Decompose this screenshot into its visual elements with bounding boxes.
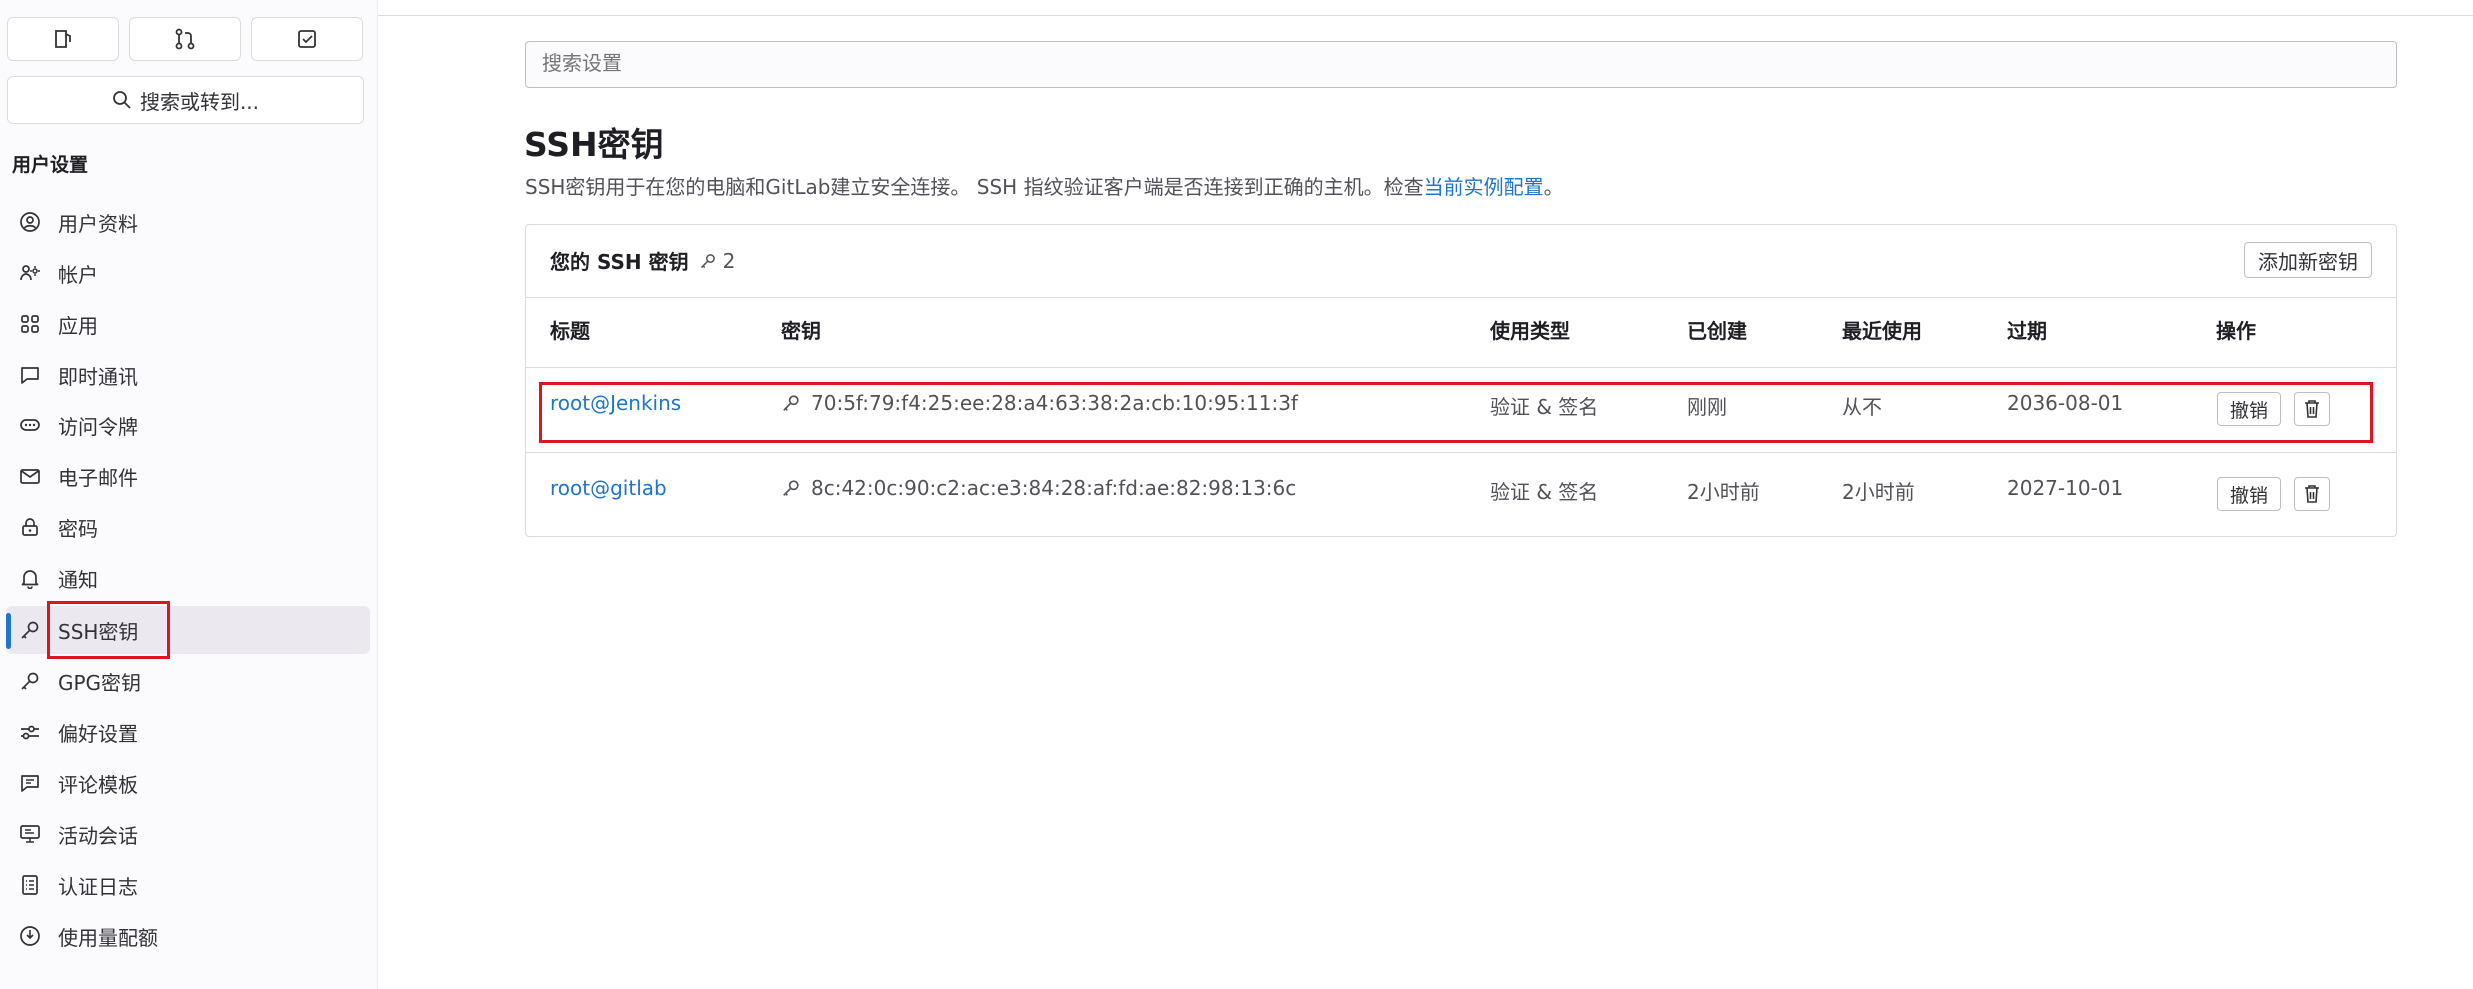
active-indicator — [6, 613, 11, 649]
preferences-icon — [15, 721, 45, 743]
sidebar-item-gpg-keys[interactable]: GPG密钥 — [6, 657, 370, 705]
fingerprint-text: 8c:42:0c:90:c2:ac:e3:84:28:af:fd:ae:82:9… — [811, 476, 1297, 500]
column-header-title: 标题 — [550, 319, 590, 343]
description-end: 。 — [1543, 175, 1564, 199]
user-circle-icon — [15, 211, 45, 233]
log-icon — [15, 874, 45, 896]
table-header-divider — [526, 367, 2396, 368]
sidebar-item-label: 评论模板 — [58, 772, 138, 797]
sidebar-item-label: 偏好设置 — [58, 721, 138, 746]
merge-request-icon — [175, 28, 195, 50]
bell-icon — [15, 567, 45, 589]
key-icon — [15, 670, 45, 692]
column-header-key: 密钥 — [781, 319, 821, 343]
key-count: 2 — [722, 248, 736, 273]
todos-button[interactable] — [251, 17, 363, 61]
row-divider — [526, 452, 2396, 453]
highlight-box-jenkins-row — [539, 382, 2373, 443]
sidebar-item-label: 即时通讯 — [58, 364, 138, 389]
page-description: SSH密钥用于在您的电脑和GitLab建立安全连接。 SSH 指纹验证客户端是否… — [525, 171, 1564, 200]
column-header-expires: 过期 — [2007, 319, 2047, 343]
key-icon — [700, 253, 715, 268]
comment-lines-icon — [15, 772, 45, 794]
sidebar-item-label: 访问令牌 — [58, 414, 138, 439]
search-or-go-button[interactable]: 搜索或转到... — [7, 76, 364, 124]
key-count-badge: 2 — [699, 248, 736, 273]
sidebar-item-auth-log[interactable]: 认证日志 — [6, 861, 370, 909]
column-header-last-used: 最近使用 — [1842, 319, 1922, 343]
sidebar-item-password[interactable]: 密码 — [6, 503, 370, 551]
user-settings-icon — [15, 262, 45, 284]
sidebar-item-applications[interactable]: 应用 — [6, 300, 370, 348]
top-divider — [378, 15, 2473, 16]
key-title-link[interactable]: root@gitlab — [550, 476, 667, 500]
instance-config-link[interactable]: 当前实例配置 — [1424, 175, 1544, 199]
sidebar-item-chat[interactable]: 即时通讯 — [6, 351, 370, 399]
issues-button[interactable] — [7, 17, 119, 61]
monitor-icon — [15, 823, 45, 845]
search-or-go-label: 搜索或转到... — [139, 89, 260, 114]
add-new-key-button[interactable]: 添加新密钥 — [2244, 242, 2372, 278]
sidebar-item-access-tokens[interactable]: 访问令牌 — [6, 401, 370, 449]
highlight-box-ssh-nav — [47, 601, 170, 659]
lock-icon — [15, 516, 45, 538]
mail-icon — [15, 465, 45, 487]
key-created: 2小时前 — [1687, 480, 1760, 504]
quota-icon — [15, 925, 45, 947]
search-icon — [113, 91, 131, 109]
column-header-usage-type: 使用类型 — [1490, 319, 1570, 343]
trash-icon — [2305, 485, 2319, 503]
key-expires: 2027-10-01 — [2007, 476, 2124, 500]
sidebar: 搜索或转到... 用户设置 用户资料 帐户 应用 即时通讯 访问令牌 电子邮件 … — [0, 0, 378, 989]
column-header-actions: 操作 — [2216, 319, 2256, 343]
sidebar-item-label: 电子邮件 — [58, 465, 138, 490]
settings-search-input[interactable] — [525, 41, 2397, 88]
comment-icon — [15, 364, 45, 386]
column-header-created: 已创建 — [1687, 319, 1747, 343]
sidebar-item-preferences[interactable]: 偏好设置 — [6, 708, 370, 756]
sidebar-item-usage-quotas[interactable]: 使用量配额 — [6, 912, 370, 960]
key-fingerprint: 8c:42:0c:90:c2:ac:e3:84:28:af:fd:ae:82:9… — [781, 476, 1296, 500]
key-icon — [783, 480, 799, 496]
sidebar-item-notifications[interactable]: 通知 — [6, 554, 370, 602]
key-icon — [15, 619, 45, 641]
key-last-used: 2小时前 — [1842, 480, 1915, 504]
delete-key-button[interactable] — [2294, 477, 2330, 511]
todo-icon — [298, 30, 316, 48]
page-title: SSH密钥 — [524, 125, 664, 164]
sidebar-item-active-sessions[interactable]: 活动会话 — [6, 810, 370, 858]
sidebar-item-label: 用户资料 — [58, 211, 138, 236]
sidebar-item-label: 认证日志 — [58, 874, 138, 899]
sidebar-item-emails[interactable]: 电子邮件 — [6, 452, 370, 500]
sidebar-item-label: 帐户 — [58, 262, 98, 287]
sidebar-item-profile[interactable]: 用户资料 — [6, 198, 370, 246]
token-icon — [15, 414, 45, 436]
sidebar-item-comment-templates[interactable]: 评论模板 — [6, 759, 370, 807]
sidebar-item-label: 密码 — [58, 516, 98, 541]
key-usage-type: 验证 & 签名 — [1490, 480, 1599, 504]
sidebar-item-label: GPG密钥 — [58, 670, 142, 695]
sidebar-item-label: 通知 — [58, 567, 98, 592]
card-header: 您的 SSH 密钥 2 — [550, 246, 735, 275]
header-divider — [526, 297, 2396, 298]
sidebar-item-account[interactable]: 帐户 — [6, 249, 370, 297]
revoke-button[interactable]: 撤销 — [2217, 477, 2281, 511]
section-title-user-settings: 用户设置 — [12, 154, 89, 176]
issues-icon — [55, 30, 71, 48]
description-text: SSH密钥用于在您的电脑和GitLab建立安全连接。 SSH 指纹验证客户端是否… — [525, 175, 1424, 199]
sidebar-item-label: 使用量配额 — [58, 925, 158, 950]
card-title: 您的 SSH 密钥 — [550, 250, 689, 274]
applications-icon — [15, 313, 45, 335]
sidebar-item-label: 活动会话 — [58, 823, 138, 848]
merge-requests-button[interactable] — [129, 17, 241, 61]
sidebar-item-label: 应用 — [58, 313, 98, 338]
